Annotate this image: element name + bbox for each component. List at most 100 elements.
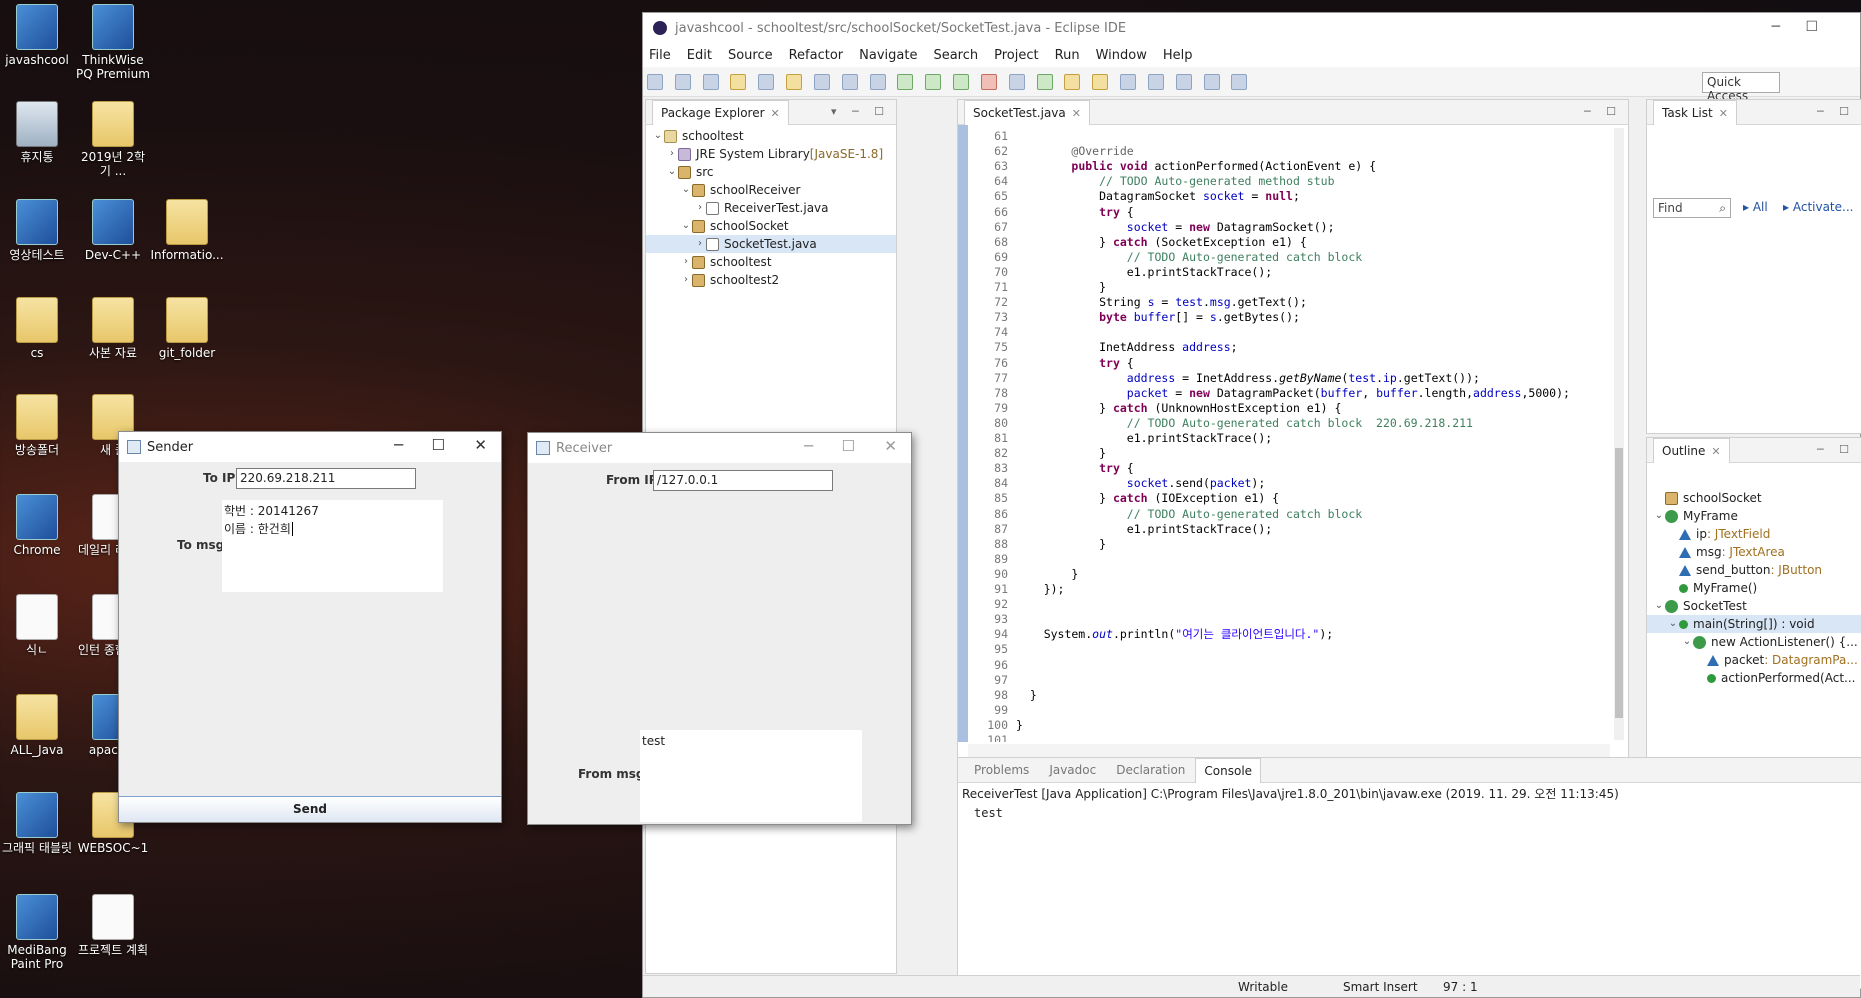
forward-icon[interactable]: [1231, 74, 1248, 90]
desktop-icon[interactable]: 그래픽 태블릿: [0, 792, 74, 855]
tree-item[interactable]: ⌄ schooltest: [646, 127, 896, 145]
close-button[interactable]: ✕: [884, 437, 897, 455]
menu-refactor[interactable]: Refactor: [789, 48, 844, 63]
tab-task-list[interactable]: Task List ✕: [1653, 99, 1737, 125]
tree-item[interactable]: ip : JTextField: [1647, 525, 1861, 543]
code-line[interactable]: public void actionPerformed(ActionEvent …: [1016, 159, 1376, 174]
menu-project[interactable]: Project: [994, 48, 1038, 63]
open-type-icon[interactable]: [1064, 74, 1081, 90]
word-wrap-icon[interactable]: [841, 74, 858, 90]
desktop-icon[interactable]: 방송폴더: [0, 394, 74, 457]
tree-item[interactable]: actionPerformed(Act...: [1647, 669, 1861, 687]
tree-item[interactable]: ⌄ src: [646, 163, 896, 181]
desktop-icon[interactable]: 휴지통: [0, 101, 74, 164]
code-line[interactable]: try {: [1016, 461, 1134, 476]
code-line[interactable]: });: [1016, 582, 1065, 597]
expand-toggle-icon[interactable]: ⌄: [680, 217, 692, 235]
new-class-icon[interactable]: [1036, 74, 1053, 90]
code-line[interactable]: // TODO Auto-generated catch block: [1016, 507, 1362, 522]
expand-toggle-icon[interactable]: ›: [666, 145, 678, 163]
menu-window[interactable]: Window: [1096, 48, 1147, 63]
find-input[interactable]: Find ⌕: [1653, 198, 1731, 218]
code-line[interactable]: System.out.println("여기는 클라이언트입니다.");: [1016, 627, 1334, 642]
tab-javadoc[interactable]: Javadoc: [1049, 763, 1096, 777]
code-line[interactable]: }: [1016, 718, 1023, 733]
tab-package-explorer[interactable]: Package Explorer ✕: [652, 99, 789, 125]
desktop-icon[interactable]: Informatio...: [150, 199, 224, 262]
tree-item[interactable]: › ReceiverTest.java: [646, 199, 896, 217]
show-whitespace-icon[interactable]: [869, 74, 886, 90]
code-line[interactable]: e1.printStackTrace();: [1016, 265, 1272, 280]
desktop-icon[interactable]: 사본 자료: [76, 297, 150, 360]
expand-toggle-icon[interactable]: ⌄: [1681, 633, 1693, 651]
desktop-icon[interactable]: MediBang Paint Pro: [0, 894, 74, 971]
mark-occurrences-icon[interactable]: [786, 74, 803, 90]
desktop-icon[interactable]: 식ㄴ: [0, 594, 74, 657]
desktop-icon[interactable]: 영상테스트: [0, 199, 74, 262]
code-line[interactable]: address = InetAddress.getByName(test.ip.…: [1016, 371, 1480, 386]
to-ip-input[interactable]: 220.69.218.211: [236, 468, 416, 489]
back-icon[interactable]: [1203, 74, 1220, 90]
external-tools-icon[interactable]: [980, 74, 997, 90]
debug-icon[interactable]: [897, 74, 914, 90]
code-line[interactable]: } catch (UnknownHostException e1) {: [1016, 401, 1341, 416]
last-edit-icon[interactable]: [1175, 74, 1192, 90]
maximize-button[interactable]: ☐: [432, 436, 445, 454]
code-line[interactable]: String s = test.msg.getText();: [1016, 295, 1307, 310]
code-line[interactable]: } catch (SocketException e1) {: [1016, 235, 1307, 250]
expand-toggle-icon[interactable]: ›: [694, 235, 706, 253]
code-line[interactable]: }: [1016, 446, 1106, 461]
desktop-icon[interactable]: 2019년 2학기 ...: [76, 101, 150, 178]
horizontal-scrollbar[interactable]: [968, 744, 1610, 758]
desktop-icon[interactable]: git_folder: [150, 297, 224, 360]
code-line[interactable]: // TODO Auto-generated method stub: [1016, 174, 1334, 189]
expand-toggle-icon[interactable]: ⌄: [1653, 597, 1665, 615]
code-line[interactable]: }: [1016, 688, 1037, 703]
outline-controls[interactable]: ─ ☐: [1817, 443, 1855, 456]
code-line[interactable]: }: [1016, 280, 1106, 295]
annotation-next-icon[interactable]: [1120, 74, 1137, 90]
code-line[interactable]: InetAddress address;: [1016, 340, 1238, 355]
tree-item[interactable]: ⌄ schoolSocket: [646, 217, 896, 235]
minimize-button[interactable]: ─: [1772, 19, 1780, 35]
vertical-scrollbar[interactable]: [1614, 128, 1624, 740]
minimize-button[interactable]: ─: [394, 436, 403, 454]
tab-declaration[interactable]: Declaration: [1116, 763, 1185, 777]
code-line[interactable]: try {: [1016, 205, 1134, 220]
expand-toggle-icon[interactable]: ›: [694, 199, 706, 217]
save-icon[interactable]: [674, 74, 691, 90]
expand-toggle-icon[interactable]: ⌄: [652, 127, 664, 145]
close-button[interactable]: ✕: [474, 436, 487, 454]
coverage-icon[interactable]: [953, 74, 970, 90]
code-line[interactable]: // TODO Auto-generated catch block 220.6…: [1016, 416, 1473, 431]
code-editor[interactable]: 61 62 @Override 63 public void actionPerfo…: [968, 129, 1608, 742]
quick-access-input[interactable]: Quick Access: [1702, 72, 1780, 103]
menu-file[interactable]: File: [649, 48, 671, 63]
tab-sockettest-java[interactable]: SocketTest.java ✕: [964, 99, 1090, 125]
tree-item[interactable]: › JRE System Library [JavaSE-1.8]: [646, 145, 896, 163]
tree-item[interactable]: › schooltest: [646, 253, 896, 271]
desktop-icon[interactable]: Dev-C++: [76, 199, 150, 262]
activate-link[interactable]: ▸ Activate...: [1783, 200, 1853, 214]
menu-help[interactable]: Help: [1163, 48, 1193, 63]
tree-item[interactable]: › SocketTest.java: [646, 235, 896, 253]
desktop-icon[interactable]: 프로젝트 계획: [76, 894, 150, 957]
editor-controls[interactable]: ─ ☐: [1584, 105, 1622, 118]
tree-item[interactable]: msg : JTextArea: [1647, 543, 1861, 561]
tree-item[interactable]: ⌄ main(String[]) : void: [1647, 615, 1861, 633]
code-line[interactable]: e1.printStackTrace();: [1016, 431, 1272, 446]
tree-item[interactable]: ⌄ schoolReceiver: [646, 181, 896, 199]
tree-item[interactable]: ⌄ new ActionListener() {...: [1647, 633, 1861, 651]
tree-item[interactable]: ⌄ SocketTest: [1647, 597, 1861, 615]
menu-run[interactable]: Run: [1055, 48, 1080, 63]
expand-toggle-icon[interactable]: ›: [680, 271, 692, 289]
tab-console[interactable]: Console: [1195, 757, 1262, 783]
desktop-icon[interactable]: Chrome: [0, 494, 74, 557]
desktop-icon[interactable]: javashcool: [0, 4, 74, 67]
code-line[interactable]: } catch (IOException e1) {: [1016, 491, 1279, 506]
code-line[interactable]: byte buffer[] = s.getBytes();: [1016, 310, 1300, 325]
new-icon[interactable]: [647, 74, 663, 90]
tree-item[interactable]: send_button : JButton: [1647, 561, 1861, 579]
search-icon[interactable]: [1092, 74, 1109, 90]
from-ip-input[interactable]: /127.0.0.1: [653, 470, 833, 491]
